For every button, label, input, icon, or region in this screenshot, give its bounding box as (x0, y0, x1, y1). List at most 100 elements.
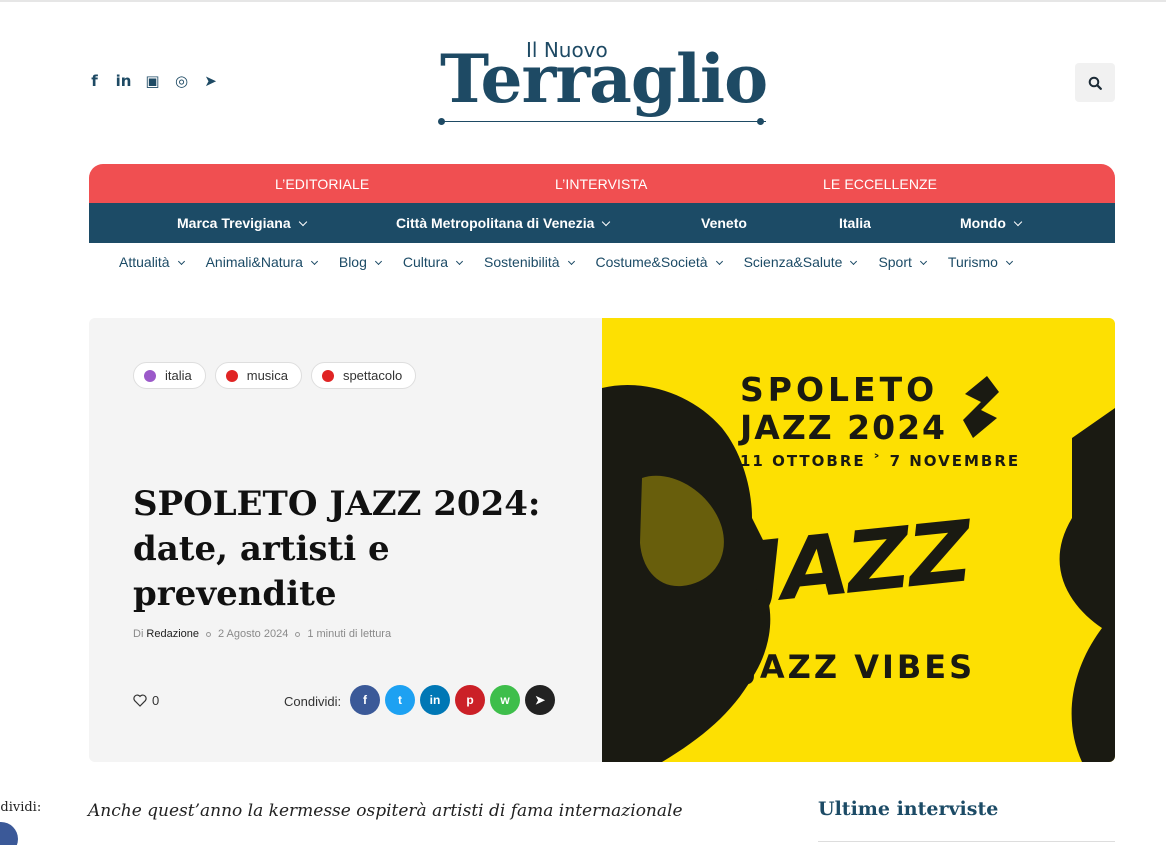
facebook-icon[interactable]: f (350, 685, 380, 715)
logo-dot (757, 118, 764, 125)
poster-line1: SPOLETO (740, 370, 939, 409)
nav-item-veneto[interactable]: Veneto (701, 215, 747, 231)
pinterest-icon[interactable]: p (455, 685, 485, 715)
category-label: Attualità (119, 254, 170, 270)
article-meta: Di Redazione 2 Agosto 2024 1 minuti di l… (133, 628, 391, 640)
youtube-icon[interactable]: ▣ (144, 72, 161, 90)
category-item[interactable]: Turismo (947, 254, 1013, 270)
search-button[interactable] (1075, 63, 1115, 102)
category-label: Animali&Natura (205, 254, 303, 270)
nav-item-venezia[interactable]: Città Metropolitana di Venezia (396, 215, 611, 231)
linkedin-icon[interactable]: in (115, 72, 132, 90)
nav-item-editoriale[interactable]: L’EDITORIALE (275, 176, 369, 192)
site-logo[interactable]: Il Nuovo Terraglio (434, 36, 770, 132)
category-label: Sostenibilità (484, 254, 560, 270)
nav-label: Marca Trevigiana (177, 215, 291, 231)
article-hero: italia musica spettacolo SPOLETO JAZZ 2024… (89, 318, 1115, 762)
reading-time: 1 minuti di lettura (307, 628, 392, 640)
nav-item-marca-trevigiana[interactable]: Marca Trevigiana (177, 215, 307, 231)
nav-label: Città Metropolitana di Venezia (396, 215, 595, 231)
floating-share-label: ndividi: (0, 800, 42, 815)
author-link[interactable]: Redazione (146, 628, 199, 640)
share-label: Condividi: (284, 694, 342, 709)
category-label: Blog (338, 254, 367, 270)
category-label: Costume&Società (595, 254, 708, 270)
nav-item-eccellenze[interactable]: LE ECCELLENZE (823, 176, 937, 192)
sidebar-divider (818, 841, 1115, 842)
sidebar-section-title: Ultime interviste (818, 798, 999, 820)
chevron-down-icon (1005, 257, 1013, 266)
twitter-icon[interactable]: t (385, 685, 415, 715)
category-item[interactable]: Animali&Natura (205, 254, 318, 270)
nav-label: Mondo (960, 215, 1006, 231)
poster-line2: JAZZ 2024 (740, 408, 948, 447)
tag-label: spettacolo (342, 368, 403, 383)
logo-dot (438, 118, 445, 125)
chevron-down-icon (919, 257, 927, 266)
article-header-panel: italia musica spettacolo SPOLETO JAZZ 2024… (89, 318, 602, 762)
nav-item-italia[interactable]: Italia (839, 215, 871, 231)
instagram-icon[interactable]: ◎ (173, 72, 190, 90)
category-label: Sport (878, 254, 912, 270)
article-featured-image[interactable]: SPOLETO JAZZ 2024 11 OTTOBRE ˃ 7 NOVEMBR… (602, 318, 1115, 762)
logo-big-text: Terraglio (440, 40, 768, 118)
category-label: Scienza&Salute (743, 254, 843, 270)
category-item[interactable]: Costume&Società (595, 254, 723, 270)
category-item[interactable]: Sport (878, 254, 927, 270)
poster-footer: JAZZ VIBES (745, 648, 976, 686)
meta-separator (205, 631, 211, 637)
category-label: Cultura (402, 254, 449, 270)
chevron-down-icon (177, 257, 185, 266)
tag-color-dot (321, 369, 334, 382)
tag-label: musica (246, 368, 288, 383)
chevron-down-icon (567, 257, 575, 266)
category-label: Turismo (947, 254, 998, 270)
article-tags: italia musica spettacolo (133, 362, 417, 389)
chevron-down-icon (310, 257, 318, 266)
chevron-down-icon (602, 217, 611, 227)
chevron-down-icon (374, 257, 382, 266)
social-links: f in ▣ ◎ ➤ (86, 72, 219, 90)
article-title: SPOLETO JAZZ 2024: date, artisti e preve… (133, 484, 541, 614)
tag-color-dot (225, 369, 238, 382)
tag-chip[interactable]: spettacolo (310, 362, 417, 389)
top-border (0, 0, 1166, 2)
chevron-down-icon (1013, 217, 1023, 227)
category-item[interactable]: Blog (338, 254, 382, 270)
nav-item-intervista[interactable]: L’INTERVISTA (555, 176, 648, 192)
floating-facebook-share[interactable] (0, 822, 18, 845)
festival-logo-icon (963, 376, 999, 438)
chevron-down-icon (715, 257, 723, 266)
tag-chip[interactable]: musica (214, 362, 302, 389)
chevron-down-icon (298, 217, 307, 227)
like-count: 0 (152, 693, 160, 708)
like-button[interactable]: 0 (133, 693, 159, 708)
search-icon (1088, 76, 1102, 90)
heart-icon (133, 694, 147, 707)
telegram-icon[interactable]: ➤ (202, 72, 219, 90)
category-item[interactable]: Cultura (402, 254, 464, 270)
tag-chip[interactable]: italia (133, 362, 206, 389)
article-lead: Anche quest’anno la kermesse ospiterà ar… (88, 801, 683, 821)
meta-separator (295, 631, 301, 637)
primary-nav: L’EDITORIALE L’INTERVISTA LE ECCELLENZE (89, 164, 1115, 203)
whatsapp-icon[interactable]: w (490, 685, 520, 715)
poster-dates: 11 OTTOBRE ˃ 7 NOVEMBRE (740, 452, 1021, 470)
telegram-icon[interactable]: ➤ (525, 685, 555, 715)
chevron-down-icon (850, 257, 858, 266)
tag-color-dot (144, 369, 156, 382)
tag-label: italia (165, 368, 192, 383)
regional-nav: Marca Trevigiana Città Metropolitana di … (89, 203, 1115, 243)
share-buttons: f t in p w ➤ (350, 685, 555, 715)
linkedin-icon[interactable]: in (420, 685, 450, 715)
category-nav: Attualità Animali&Natura Blog Cultura Sosten… (119, 254, 1034, 270)
author-prefix: Di (133, 628, 144, 640)
category-item[interactable]: Attualità (119, 254, 185, 270)
facebook-icon[interactable]: f (86, 72, 103, 90)
logo-rule (444, 121, 766, 122)
category-item[interactable]: Sostenibilità (484, 254, 575, 270)
chevron-down-icon (455, 257, 464, 266)
nav-item-mondo[interactable]: Mondo (960, 215, 1023, 231)
category-item[interactable]: Scienza&Salute (743, 254, 858, 270)
article-date: 2 Agosto 2024 (217, 628, 289, 640)
